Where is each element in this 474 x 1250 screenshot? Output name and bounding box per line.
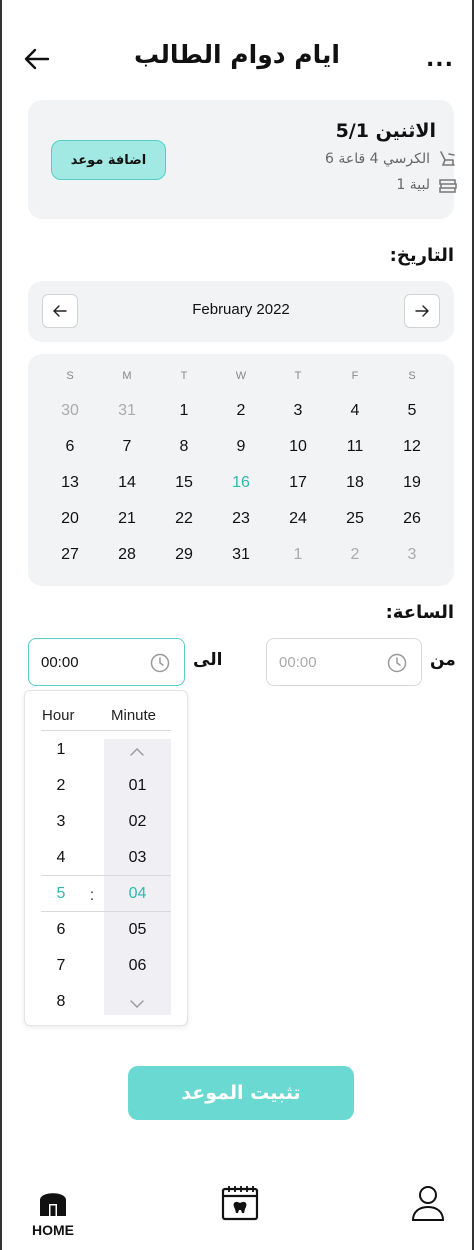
confirm-appointment-button[interactable]: تثبيت الموعد <box>128 1066 354 1120</box>
calendar-day[interactable]: 12 <box>392 438 432 456</box>
calendar-day[interactable]: 5 <box>392 402 432 420</box>
calendar-day[interactable]: 22 <box>164 510 204 528</box>
dental-chair-icon <box>440 151 455 166</box>
weekday-header: F <box>351 370 359 382</box>
next-month-button[interactable] <box>404 294 440 328</box>
minute-option[interactable]: 01 <box>104 777 171 795</box>
weekday-header: M <box>122 370 132 382</box>
month-navigator: February 2022 <box>28 281 454 342</box>
calendar-day[interactable]: 6 <box>50 438 90 456</box>
chevron-down-icon[interactable] <box>129 996 145 1014</box>
hour-option[interactable]: 6 <box>46 921 76 939</box>
calendar-day[interactable]: 21 <box>107 510 147 528</box>
weekday-header: T <box>294 370 302 382</box>
calendar-day[interactable]: 26 <box>392 510 432 528</box>
calendar-day[interactable]: 17 <box>278 474 318 492</box>
calendar-day[interactable]: 3 <box>278 402 318 420</box>
from-label: من <box>430 650 456 670</box>
from-time-field[interactable]: 00:00 <box>266 638 422 686</box>
calendar-day[interactable]: 7 <box>107 438 147 456</box>
calendar-day[interactable]: 19 <box>392 474 432 492</box>
calendar-day[interactable]: 2 <box>221 402 261 420</box>
calendar-day[interactable]: 31 <box>221 546 261 564</box>
calendar-day[interactable]: 31 <box>107 402 147 420</box>
hour-option[interactable]: 7 <box>46 957 76 975</box>
books-icon <box>439 179 457 193</box>
picker-hour-header: Hour <box>42 707 75 724</box>
nav-home[interactable]: HOME <box>26 1186 80 1238</box>
hour-option[interactable]: 4 <box>46 849 76 867</box>
calendar-day[interactable]: 2 <box>335 546 375 564</box>
weekday-header: S <box>66 370 74 382</box>
to-label: الى <box>193 650 223 670</box>
minute-option[interactable]: 02 <box>104 813 171 831</box>
appointment-chair-text: الكرسي 4 قاعة 6 <box>324 151 430 167</box>
hour-option[interactable]: 2 <box>46 777 76 795</box>
page-title: ايام دوام الطالب <box>134 40 340 69</box>
chevron-up-icon[interactable] <box>129 744 145 762</box>
clock-icon <box>150 653 170 673</box>
picker-separator: : <box>89 887 95 904</box>
date-label: التاريخ: <box>389 245 454 266</box>
calendar-day[interactable]: 9 <box>221 438 261 456</box>
calendar-day[interactable]: 10 <box>278 438 318 456</box>
calendar-day[interactable]: 25 <box>335 510 375 528</box>
nav-calendar[interactable] <box>220 1184 260 1222</box>
hour-option[interactable]: 3 <box>46 813 76 831</box>
calendar-day[interactable]: 29 <box>164 546 204 564</box>
time-label: الساعة: <box>385 602 454 623</box>
calendar-day[interactable]: 1 <box>164 402 204 420</box>
calendar-day[interactable]: 3 <box>392 546 432 564</box>
calendar-day[interactable]: 18 <box>335 474 375 492</box>
hour-option[interactable]: 5 <box>46 885 76 903</box>
calendar-day[interactable]: 4 <box>335 402 375 420</box>
calendar-day[interactable]: 24 <box>278 510 318 528</box>
arrow-right-icon <box>415 305 429 317</box>
nav-profile[interactable] <box>410 1184 446 1222</box>
time-picker-dropdown: Hour Minute : 1 2 3 4 5 6 7 8 01 02 03 04 05 06 <box>24 690 188 1026</box>
appointment-chair-row: الكرسي 4 قاعة 6 <box>325 150 458 168</box>
home-icon <box>40 1193 66 1216</box>
calendar-day[interactable]: 14 <box>107 474 147 492</box>
add-appointment-button[interactable]: اضافة موعد <box>51 140 166 180</box>
calendar-day[interactable]: 1 <box>278 546 318 564</box>
calendar-day[interactable]: 11 <box>335 438 375 456</box>
calendar-day[interactable]: 15 <box>164 474 204 492</box>
calendar-day[interactable]: 28 <box>107 546 147 564</box>
appointment-day: الاثنين 5/1 <box>335 120 436 142</box>
from-time-placeholder: 00:00 <box>279 653 317 671</box>
minute-option[interactable]: 04 <box>104 885 171 903</box>
weekday-header: S <box>408 370 416 382</box>
calendar-day[interactable]: 27 <box>50 546 90 564</box>
hour-option[interactable]: 8 <box>46 993 76 1011</box>
picker-divider <box>41 730 171 731</box>
calendar-tooth-icon <box>221 1186 259 1221</box>
calendar-grid: S M T W T F S 30 31 1 2 3 4 5 6 7 8 9 10 11 12 13 14 15 16 17 18 19… <box>28 354 454 586</box>
calendar-day[interactable]: 20 <box>50 510 90 528</box>
selection-line-bottom <box>41 911 171 912</box>
clock-icon <box>387 653 407 673</box>
minute-option[interactable]: 03 <box>104 849 171 867</box>
calendar-day[interactable]: 23 <box>221 510 261 528</box>
selection-line-top <box>41 875 171 876</box>
user-icon <box>411 1186 445 1221</box>
calendar-day[interactable]: 8 <box>164 438 204 456</box>
month-title: February 2022 <box>192 301 290 318</box>
minute-option[interactable]: 05 <box>104 921 171 939</box>
calendar-day-today[interactable]: 16 <box>221 474 261 492</box>
to-time-value: 00:00 <box>41 653 79 671</box>
calendar-day[interactable]: 13 <box>50 474 90 492</box>
to-time-field[interactable]: 00:00 <box>28 638 185 686</box>
weekday-header: T <box>180 370 188 382</box>
minute-option[interactable]: 06 <box>104 957 171 975</box>
nav-home-label: HOME <box>32 1222 74 1238</box>
weekday-header: W <box>235 370 247 382</box>
appointment-level-row: لبية 1 <box>396 176 458 194</box>
hour-option[interactable]: 1 <box>46 741 76 759</box>
picker-minute-header: Minute <box>111 707 157 724</box>
appointment-level-text: لبية 1 <box>396 177 430 193</box>
calendar-day[interactable]: 30 <box>50 402 90 420</box>
more-options-button[interactable]: ... <box>424 44 456 74</box>
